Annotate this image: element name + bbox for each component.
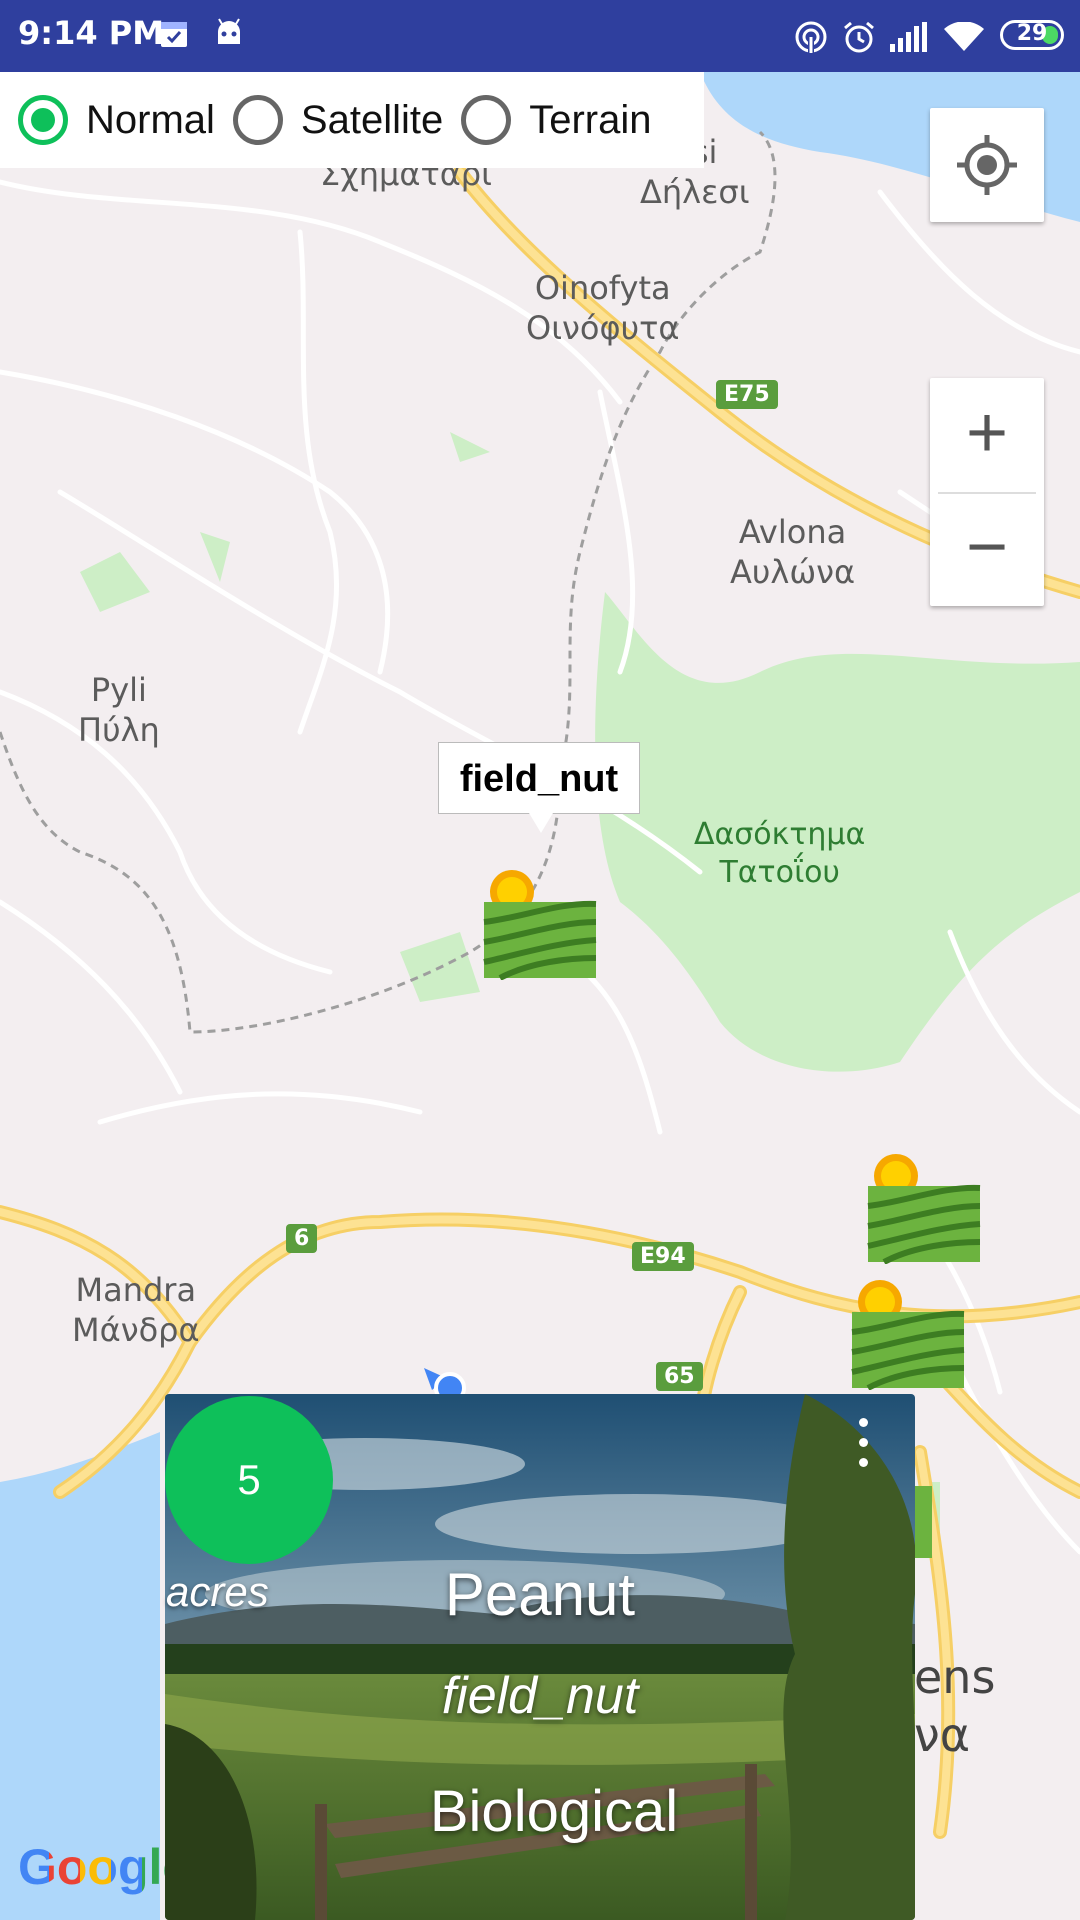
place-label: Oinofyta Οινόφυτα [526, 269, 680, 347]
my-location-button[interactable] [930, 108, 1044, 222]
acreage-unit: acres [166, 1568, 269, 1615]
place-label: Avlona Αυλώνα [730, 513, 856, 591]
field-name: field_nut [441, 1667, 639, 1725]
road-shield: E94 [632, 1242, 694, 1271]
radio-terrain[interactable]: Terrain [461, 95, 651, 145]
battery-icon: 29 [1000, 20, 1064, 50]
road-shield: 6 [286, 1224, 318, 1253]
radio-checked-icon [18, 95, 68, 145]
more-vert-icon[interactable] [848, 1418, 878, 1480]
place-label: Pyli Πύλη [78, 671, 160, 749]
wifi-icon [944, 22, 984, 51]
zoom-in-button[interactable]: + [930, 378, 1044, 492]
calendar-icon [161, 22, 187, 47]
radio-satellite[interactable]: Satellite [232, 95, 444, 145]
hotspot-icon [795, 21, 827, 54]
alarm-icon [844, 21, 874, 53]
radio-label: Satellite [300, 97, 444, 142]
zoom-out-button[interactable]: − [930, 492, 1044, 606]
road-shield: E75 [716, 380, 778, 409]
status-bar: 9:14 PM 29 [0, 0, 1080, 72]
marker-info-window[interactable]: field_nut [438, 742, 640, 833]
field-marker[interactable] [864, 1146, 982, 1264]
radio-unchecked-icon [232, 95, 283, 145]
status-time: 9:14 PM [18, 14, 165, 52]
place-label: Δασόκτημα Τατοΐου [694, 817, 866, 890]
signal-icon [890, 22, 927, 52]
radio-normal[interactable]: Normal [18, 95, 215, 145]
crosshair-icon [957, 135, 1017, 195]
radio-label: Terrain [529, 97, 652, 142]
radio-label: Normal [86, 97, 215, 142]
map-type-selector: Normal Satellite Terrain [0, 72, 704, 168]
battery-level: 29 [1016, 21, 1048, 46]
place-label: Mandra Μάνδρα [72, 1271, 200, 1349]
place-label: ens να [914, 1650, 996, 1762]
road-shield: 65 [656, 1362, 703, 1391]
cultivation-type: Biological [429, 1779, 679, 1844]
crop-name: Peanut [444, 1561, 636, 1628]
field-marker[interactable] [480, 862, 598, 980]
zoom-controls: + − [930, 378, 1044, 606]
field-marker-partial[interactable] [912, 1486, 932, 1558]
android-debug-icon [218, 18, 240, 44]
field-marker[interactable] [848, 1272, 966, 1390]
acreage-badge: 5 [165, 1396, 333, 1564]
radio-unchecked-icon [461, 95, 512, 145]
